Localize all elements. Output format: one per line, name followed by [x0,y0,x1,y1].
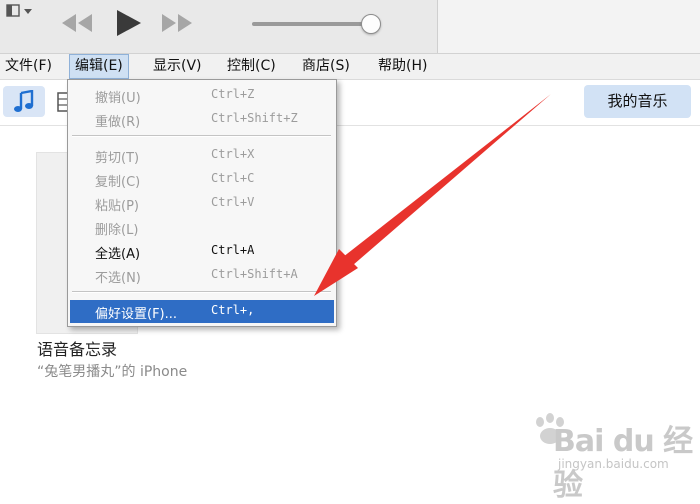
menu-edit[interactable]: 编辑(E) [69,54,129,79]
music-note-icon [14,89,34,112]
menu-bar: 文件(F) 编辑(E) 显示(V) 控制(C) 商店(S) 帮助(H) [0,54,700,80]
next-track-icon[interactable] [160,8,194,38]
menu-item-select-none[interactable]: 不选(N) Ctrl+Shift+A [70,264,334,286]
edit-dropdown-menu: 撤销(U) Ctrl+Z 重做(R) Ctrl+Shift+Z 剪切(T) Ct… [67,79,337,327]
menu-item-shortcut: Ctrl+Shift+Z [211,111,298,125]
menu-item-label: 复制(C) [95,175,141,190]
menu-item-shortcut: Ctrl+V [211,195,255,209]
menu-item-shortcut: Ctrl+Z [211,87,255,101]
menu-item-copy[interactable]: 复制(C) Ctrl+C [70,168,334,190]
menu-store[interactable]: 商店(S) [297,54,355,79]
menu-item-label: 偏好设置(F)... [95,307,178,322]
menu-item-label: 重做(R) [95,115,141,130]
music-library-button[interactable] [3,86,45,117]
menu-separator [72,135,331,137]
menu-item-shortcut: Ctrl+C [211,171,255,185]
menu-item-label: 全选(A) [95,247,141,262]
my-music-button[interactable]: 我的音乐 [584,85,691,118]
volume-slider[interactable] [252,13,390,35]
menu-separator [72,291,331,293]
baidu-watermark: Bai du 经验 jingyan.baidu.com [530,400,698,503]
menu-file[interactable]: 文件(F) [0,54,57,79]
menu-item-shortcut: Ctrl+, [211,303,255,317]
item-subtitle: “兔笔男播丸”的 iPhone [37,364,188,380]
menu-view[interactable]: 显示(V) [148,54,207,79]
window-menu-icon[interactable] [6,4,36,18]
menu-item-label: 撤销(U) [95,91,141,106]
menu-item-shortcut: Ctrl+X [211,147,255,161]
player-bar [0,0,700,54]
menu-item-label: 不选(N) [95,271,141,286]
item-title[interactable]: 语音备忘录 [37,336,117,360]
menu-item-label: 粘贴(P) [95,199,139,214]
menu-item-shortcut: Ctrl+A [211,243,255,257]
menu-item-paste[interactable]: 粘贴(P) Ctrl+V [70,192,334,214]
volume-knob[interactable] [361,14,381,34]
menu-item-delete[interactable]: 删除(L) [70,216,334,238]
menu-item-undo[interactable]: 撤销(U) Ctrl+Z [70,84,334,106]
menu-item-label: 剪切(T) [95,151,140,166]
menu-item-cut[interactable]: 剪切(T) Ctrl+X [70,144,334,166]
previous-track-icon[interactable] [60,8,94,38]
menu-item-preferences[interactable]: 偏好设置(F)... Ctrl+, [70,300,334,323]
menu-item-redo[interactable]: 重做(R) Ctrl+Shift+Z [70,108,334,130]
menu-controls[interactable]: 控制(C) [222,54,281,79]
play-icon[interactable] [111,8,143,38]
volume-track [252,22,376,26]
watermark-url: jingyan.baidu.com [558,457,669,471]
menu-help[interactable]: 帮助(H) [373,54,432,79]
menu-item-label: 删除(L) [95,223,139,238]
menu-item-shortcut: Ctrl+Shift+A [211,267,298,281]
menu-item-select-all[interactable]: 全选(A) Ctrl+A [70,240,334,262]
status-panel [437,0,700,53]
